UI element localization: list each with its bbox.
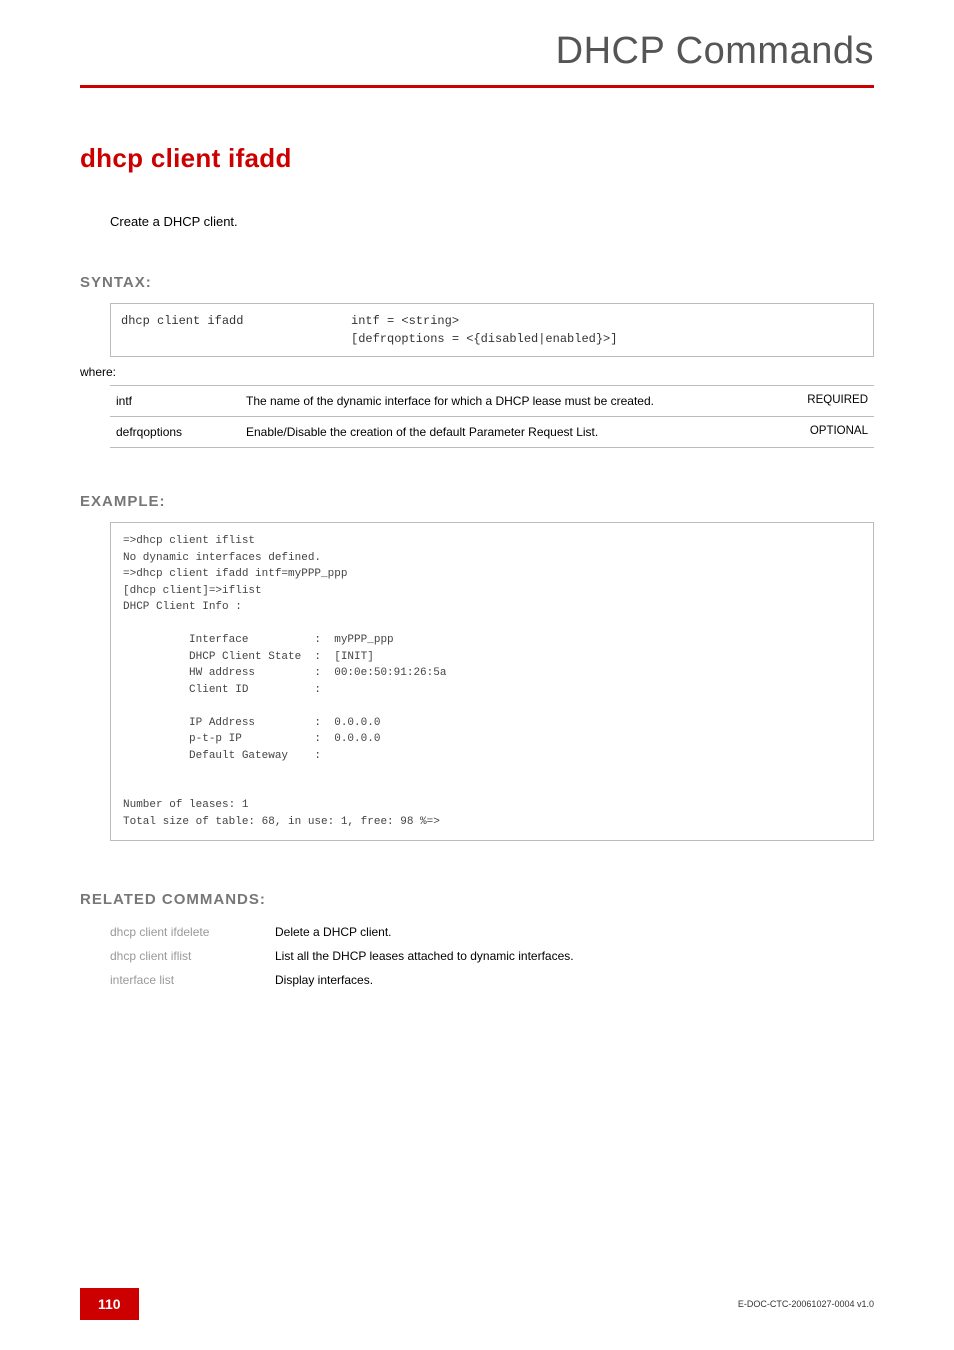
param-name: intf [110, 386, 240, 417]
table-row: defrqoptions Enable/Disable the creation… [110, 417, 874, 448]
syntax-box: dhcp client ifadd intf = <string> [defrq… [110, 303, 874, 357]
example-box: =>dhcp client iflist No dynamic interfac… [110, 522, 874, 841]
header-title: DHCP Commands [80, 30, 874, 73]
related-description: Display interfaces. [275, 968, 574, 992]
table-row: dhcp client ifdelete Delete a DHCP clien… [110, 920, 574, 944]
related-commands-table: dhcp client ifdelete Delete a DHCP clien… [110, 920, 574, 992]
page-footer: 110 E-DOC-CTC-20061027-0004 v1.0 [80, 1288, 874, 1320]
related-label: RELATED COMMANDS: [80, 891, 874, 908]
param-required: REQUIRED [784, 386, 874, 417]
syntax-command: dhcp client ifadd [121, 312, 351, 348]
page-header: DHCP Commands [80, 30, 874, 88]
related-description: List all the DHCP leases attached to dyn… [275, 944, 574, 968]
param-required: OPTIONAL [784, 417, 874, 448]
where-label: where: [80, 365, 874, 379]
table-row: interface list Display interfaces. [110, 968, 574, 992]
syntax-args: intf = <string> [defrqoptions = <{disabl… [351, 312, 617, 348]
document-id: E-DOC-CTC-20061027-0004 v1.0 [738, 1299, 874, 1309]
related-description: Delete a DHCP client. [275, 920, 574, 944]
params-table: intf The name of the dynamic interface f… [110, 385, 874, 448]
command-description: Create a DHCP client. [110, 214, 874, 229]
related-command[interactable]: dhcp client ifdelete [110, 920, 275, 944]
example-label: EXAMPLE: [80, 493, 874, 510]
syntax-label: SYNTAX: [80, 274, 874, 291]
table-row: intf The name of the dynamic interface f… [110, 386, 874, 417]
page-number-badge: 110 [80, 1288, 139, 1320]
param-desc: Enable/Disable the creation of the defau… [240, 417, 784, 448]
param-desc: The name of the dynamic interface for wh… [240, 386, 784, 417]
related-command[interactable]: interface list [110, 968, 275, 992]
param-name: defrqoptions [110, 417, 240, 448]
table-row: dhcp client iflist List all the DHCP lea… [110, 944, 574, 968]
related-command[interactable]: dhcp client iflist [110, 944, 275, 968]
command-title: dhcp client ifadd [80, 143, 874, 174]
